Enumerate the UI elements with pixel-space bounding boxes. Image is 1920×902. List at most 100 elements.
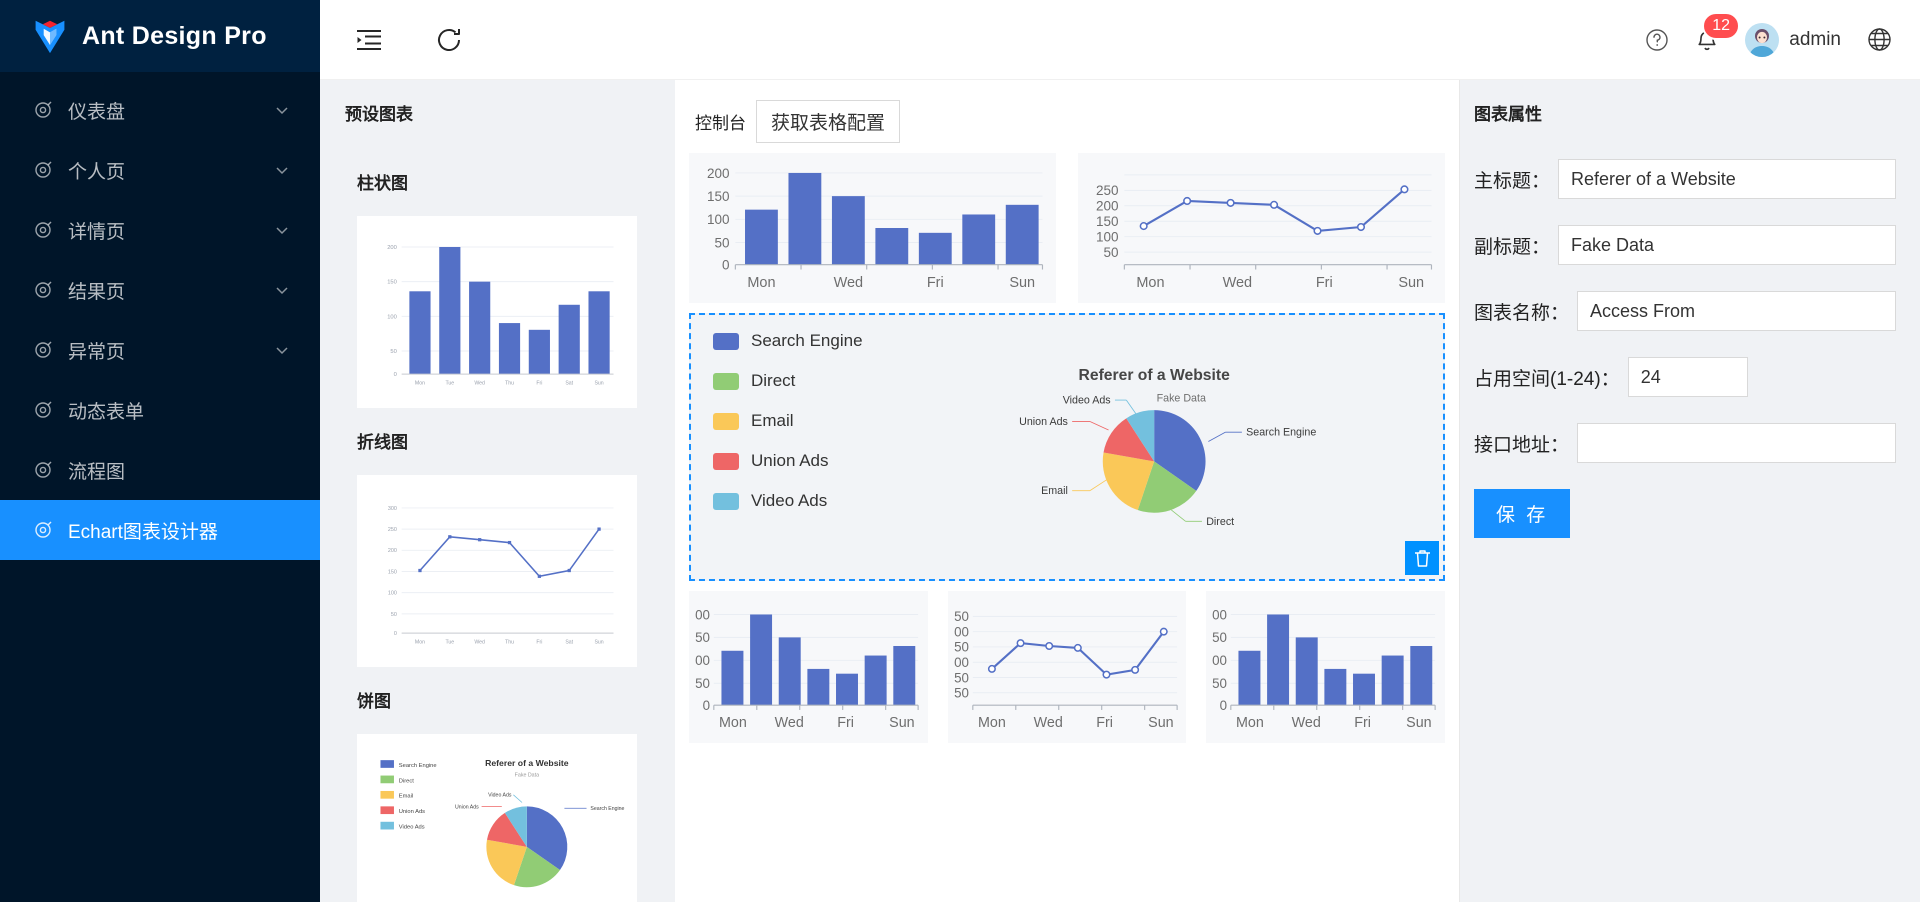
chart-cell-line-top[interactable]: 250 200 150 100 50 Mon Wed Fri Sun	[1078, 153, 1445, 303]
canvas-toolbar: 控制台 获取表格配置	[675, 80, 1459, 143]
preset-bar-card[interactable]: 200 150 100 50 0 Mon Tue Wed Thu Fri Sat…	[357, 216, 637, 408]
sidebar-item-dashboard[interactable]: 仪表盘	[0, 80, 320, 140]
svg-text:150: 150	[1096, 214, 1119, 229]
legend-item[interactable]: Union Ads	[713, 451, 901, 471]
sidebar-item-result[interactable]: 结果页	[0, 260, 320, 320]
field-label-span: 占用空间(1-24)：	[1474, 368, 1620, 390]
main-title-input[interactable]	[1558, 159, 1896, 199]
sidebar-item-echart-designer[interactable]: Echart图表设计器	[0, 500, 320, 560]
svg-text:0: 0	[703, 698, 710, 713]
reload-icon[interactable]	[434, 25, 464, 55]
sidebar-item-label: 详情页	[68, 221, 126, 243]
svg-text:Wed: Wed	[775, 715, 804, 731]
span-input[interactable]	[1627, 357, 1748, 397]
svg-text:Video Ads: Video Ads	[488, 793, 512, 799]
main-area: 12 admin 预设图表 柱状图 200 150 100 50 0 Mon T…	[320, 0, 1920, 902]
svg-text:Fake Data: Fake Data	[515, 773, 539, 779]
console-tab-label: 控制台	[695, 114, 746, 133]
svg-text:Fri: Fri	[536, 381, 542, 387]
svg-text:50: 50	[391, 612, 397, 618]
legend-item[interactable]: Direct	[713, 371, 901, 391]
canvas-line-top-chart: 250200150 10050 Mon Wed Fri Sun	[1096, 174, 1433, 291]
ant-design-logo-icon	[32, 17, 68, 55]
preset-charts-panel: 预设图表 柱状图 200 150 100 50 0 Mon Tue Wed Th…	[320, 80, 675, 902]
svg-text:50: 50	[954, 609, 969, 624]
legend-item[interactable]: Video Ads	[713, 491, 901, 511]
selected-pie-chart-widget[interactable]: Search Engine Direct Email Union Ads Vid…	[689, 313, 1445, 581]
legend-item[interactable]: Email	[713, 411, 901, 431]
svg-text:50: 50	[1104, 245, 1119, 260]
notification-bell[interactable]: 12	[1695, 11, 1741, 53]
user-menu[interactable]: admin	[1745, 22, 1841, 57]
preset-line-card[interactable]: 300 250 200 150 100 50 0 Mon Tue Wed Thu…	[357, 475, 637, 667]
api-url-input[interactable]	[1577, 423, 1896, 463]
svg-text:0: 0	[722, 258, 730, 273]
preset-bar-label: 柱状图	[357, 174, 408, 193]
legend-swatch-search-engine	[713, 332, 739, 350]
delete-chart-button[interactable]	[1405, 541, 1439, 575]
sidebar-item-label: 仪表盘	[68, 101, 126, 123]
svg-text:Search Engine: Search Engine	[590, 806, 624, 812]
avatar	[1745, 22, 1780, 57]
menu-fold-icon[interactable]	[356, 29, 382, 51]
svg-text:Mon: Mon	[415, 381, 425, 387]
sidebar-item-detail[interactable]: 详情页	[0, 200, 320, 260]
flow-icon	[32, 459, 54, 481]
svg-text:Wed: Wed	[1223, 275, 1253, 291]
brand-header[interactable]: Ant Design Pro	[0, 0, 320, 72]
sidebar-item-account[interactable]: 个人页	[0, 140, 320, 200]
legend-label: Direct	[751, 371, 796, 390]
svg-text:50: 50	[954, 686, 969, 701]
properties-title: 图表属性	[1474, 105, 1542, 124]
fetch-table-config-button[interactable]: 获取表格配置	[756, 100, 901, 143]
sidebar-item-flowchart[interactable]: 流程图	[0, 440, 320, 500]
svg-text:50: 50	[390, 349, 396, 355]
chart-cell-bar-top[interactable]: 200 150 100 50 0 Mon Wed Fri Sun	[689, 153, 1056, 303]
svg-text:Fri: Fri	[837, 715, 854, 731]
chart-cell-line-b2[interactable]: 50 00 50 00 50 50 Mon Wed Fri Sun	[947, 591, 1187, 743]
legend-swatch-email	[713, 412, 739, 430]
chart-cell-bar-b1[interactable]: 00 50 00 50 0 Mon Wed Fri Sun	[689, 591, 928, 743]
save-button[interactable]: 保 存	[1474, 489, 1571, 538]
field-span: 占用空间(1-24)：	[1474, 357, 1896, 397]
chart-name-input[interactable]	[1577, 291, 1896, 331]
svg-text:Mon: Mon	[719, 715, 747, 731]
legend-item[interactable]: Search Engine	[713, 331, 901, 351]
svg-text:Wed: Wed	[834, 275, 863, 291]
chart-cell-bar-b3[interactable]: 00 50 00 50 0 Mon Wed Fri Sun	[1206, 591, 1446, 743]
svg-text:Fri: Fri	[1096, 715, 1113, 731]
pie-plot-area: Referer of a Website Fake Data Search En…	[901, 321, 1443, 579]
preset-line-thumb: 300250200 150100500 Mon Tue Wed Thu Fri …	[388, 506, 614, 646]
svg-text:300: 300	[388, 506, 397, 512]
svg-text:Email: Email	[399, 794, 413, 800]
canvas-bar-b3-chart: 005000 500 Mon Wed Fri Sun	[1212, 607, 1437, 731]
legend-label: Union Ads	[751, 451, 829, 470]
preset-bar-block: 柱状图 200 150 100 50 0 Mon Tue Wed Thu Fri…	[345, 169, 675, 408]
svg-text:00: 00	[695, 607, 710, 622]
svg-text:200: 200	[1096, 199, 1119, 214]
canvas-bar-top-chart: 200150100 500 Mon Wed Fri Sun	[707, 166, 1044, 291]
sidebar-item-dynamic-form[interactable]: 动态表单	[0, 380, 320, 440]
svg-text:Thu: Thu	[505, 381, 514, 387]
sidebar-item-exception[interactable]: 异常页	[0, 320, 320, 380]
legend-label: Video Ads	[751, 491, 828, 510]
svg-text:Sun: Sun	[1148, 715, 1174, 731]
canvas-bar-b1-chart: 005000 500 Mon Wed Fri Sun	[695, 607, 919, 731]
preset-pie-card[interactable]: Search Engine Direct Email Union Ads Vid…	[357, 734, 637, 902]
canvas-line-b2-chart: 500050 005050 Mon Wed Fri Sun	[954, 609, 1178, 731]
chevron-down-icon	[274, 162, 290, 178]
svg-text:Video Ads: Video Ads	[399, 825, 425, 831]
svg-text:00: 00	[1212, 653, 1227, 668]
svg-text:00: 00	[954, 624, 969, 639]
sub-title-input[interactable]	[1558, 225, 1896, 265]
chevron-down-icon	[274, 282, 290, 298]
sidebar-item-label: 结果页	[68, 281, 126, 303]
svg-text:150: 150	[388, 569, 397, 575]
svg-text:Direct: Direct	[399, 778, 414, 784]
exception-icon	[32, 339, 54, 361]
svg-text:Sun: Sun	[1009, 275, 1035, 291]
question-circle-icon[interactable]	[1645, 28, 1669, 52]
globe-icon[interactable]	[1867, 27, 1892, 52]
svg-text:50: 50	[695, 676, 710, 691]
svg-text:50: 50	[954, 670, 969, 685]
